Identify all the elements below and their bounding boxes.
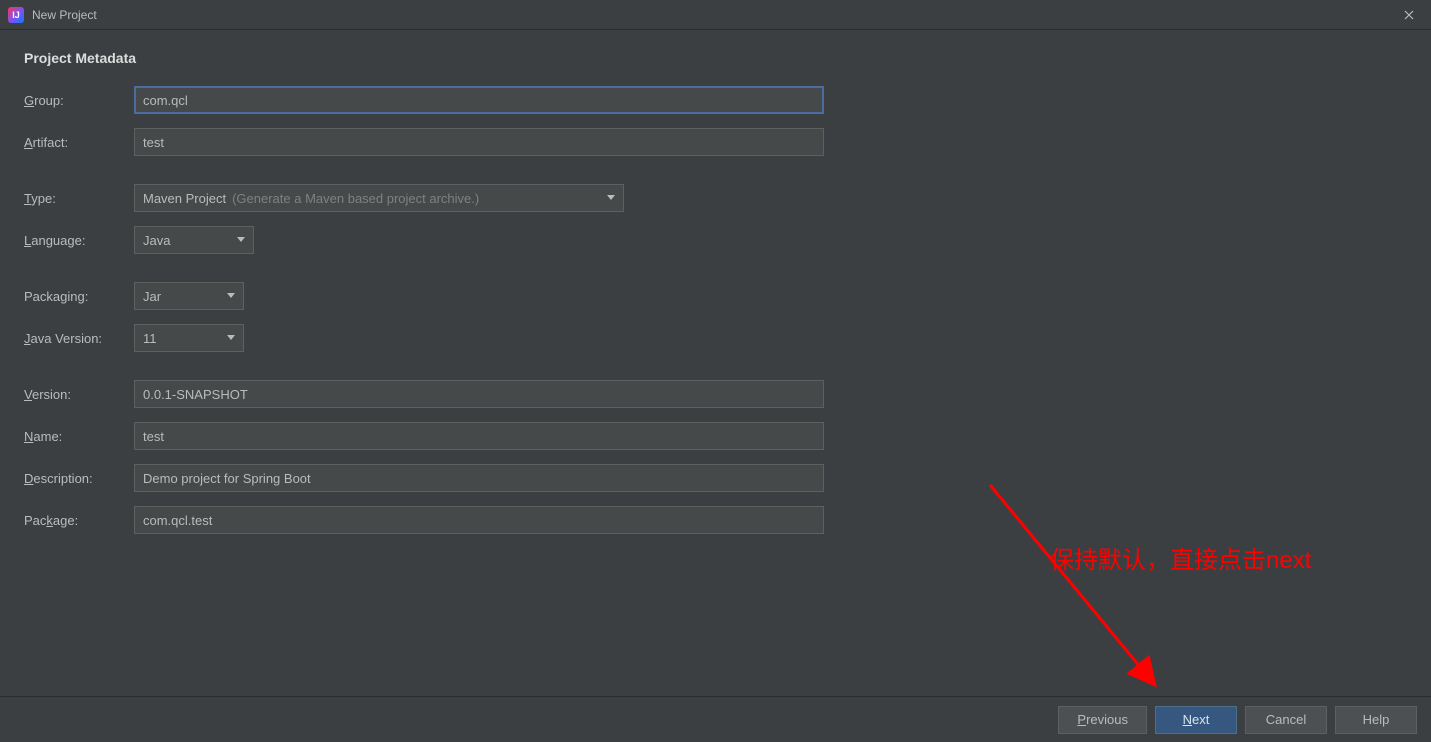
label-language: Language: <box>24 233 134 248</box>
row-type: Type: Maven Project (Generate a Maven ba… <box>24 184 1407 212</box>
label-packaging: Packaging: <box>24 289 134 304</box>
packaging-select-value: Jar <box>143 289 161 304</box>
row-packaging: Packaging: Jar <box>24 282 1407 310</box>
label-description: Description: <box>24 471 134 486</box>
type-select-hint: (Generate a Maven based project archive.… <box>232 191 479 206</box>
titlebar: IJ New Project <box>0 0 1431 30</box>
artifact-input[interactable] <box>134 128 824 156</box>
java-version-select[interactable]: 11 <box>134 324 244 352</box>
row-language: Language: Java <box>24 226 1407 254</box>
help-button[interactable]: Help <box>1335 706 1417 734</box>
language-select-value: Java <box>143 233 170 248</box>
name-input[interactable] <box>134 422 824 450</box>
chevron-down-icon <box>227 293 235 299</box>
chevron-down-icon <box>227 335 235 341</box>
packaging-select[interactable]: Jar <box>134 282 244 310</box>
label-name: Name: <box>24 429 134 444</box>
label-type: Type: <box>24 191 134 206</box>
row-version: Version: <box>24 380 1407 408</box>
row-artifact: Artifact: <box>24 128 1407 156</box>
package-input[interactable] <box>134 506 824 534</box>
close-icon[interactable] <box>1386 0 1431 30</box>
label-version: Version: <box>24 387 134 402</box>
version-input[interactable] <box>134 380 824 408</box>
dialog-content: Project Metadata Group: Artifact: Type: … <box>0 30 1431 696</box>
row-name: Name: <box>24 422 1407 450</box>
type-select[interactable]: Maven Project (Generate a Maven based pr… <box>134 184 624 212</box>
section-title: Project Metadata <box>24 50 1407 66</box>
chevron-down-icon <box>237 237 245 243</box>
java-version-select-value: 11 <box>143 331 157 346</box>
label-group: Group: <box>24 93 134 108</box>
row-group: Group: <box>24 86 1407 114</box>
label-artifact: Artifact: <box>24 135 134 150</box>
group-input[interactable] <box>134 86 824 114</box>
row-description: Description: <box>24 464 1407 492</box>
label-java-version: Java Version: <box>24 331 134 346</box>
label-package: Package: <box>24 513 134 528</box>
row-package: Package: <box>24 506 1407 534</box>
app-icon: IJ <box>8 7 24 23</box>
next-button[interactable]: Next <box>1155 706 1237 734</box>
cancel-button[interactable]: Cancel <box>1245 706 1327 734</box>
window-title: New Project <box>32 8 97 22</box>
type-select-value: Maven Project <box>143 191 226 206</box>
language-select[interactable]: Java <box>134 226 254 254</box>
previous-button[interactable]: Previous <box>1058 706 1147 734</box>
chevron-down-icon <box>607 195 615 201</box>
dialog-footer: Previous Next Cancel Help <box>0 696 1431 742</box>
description-input[interactable] <box>134 464 824 492</box>
row-java-version: Java Version: 11 <box>24 324 1407 352</box>
